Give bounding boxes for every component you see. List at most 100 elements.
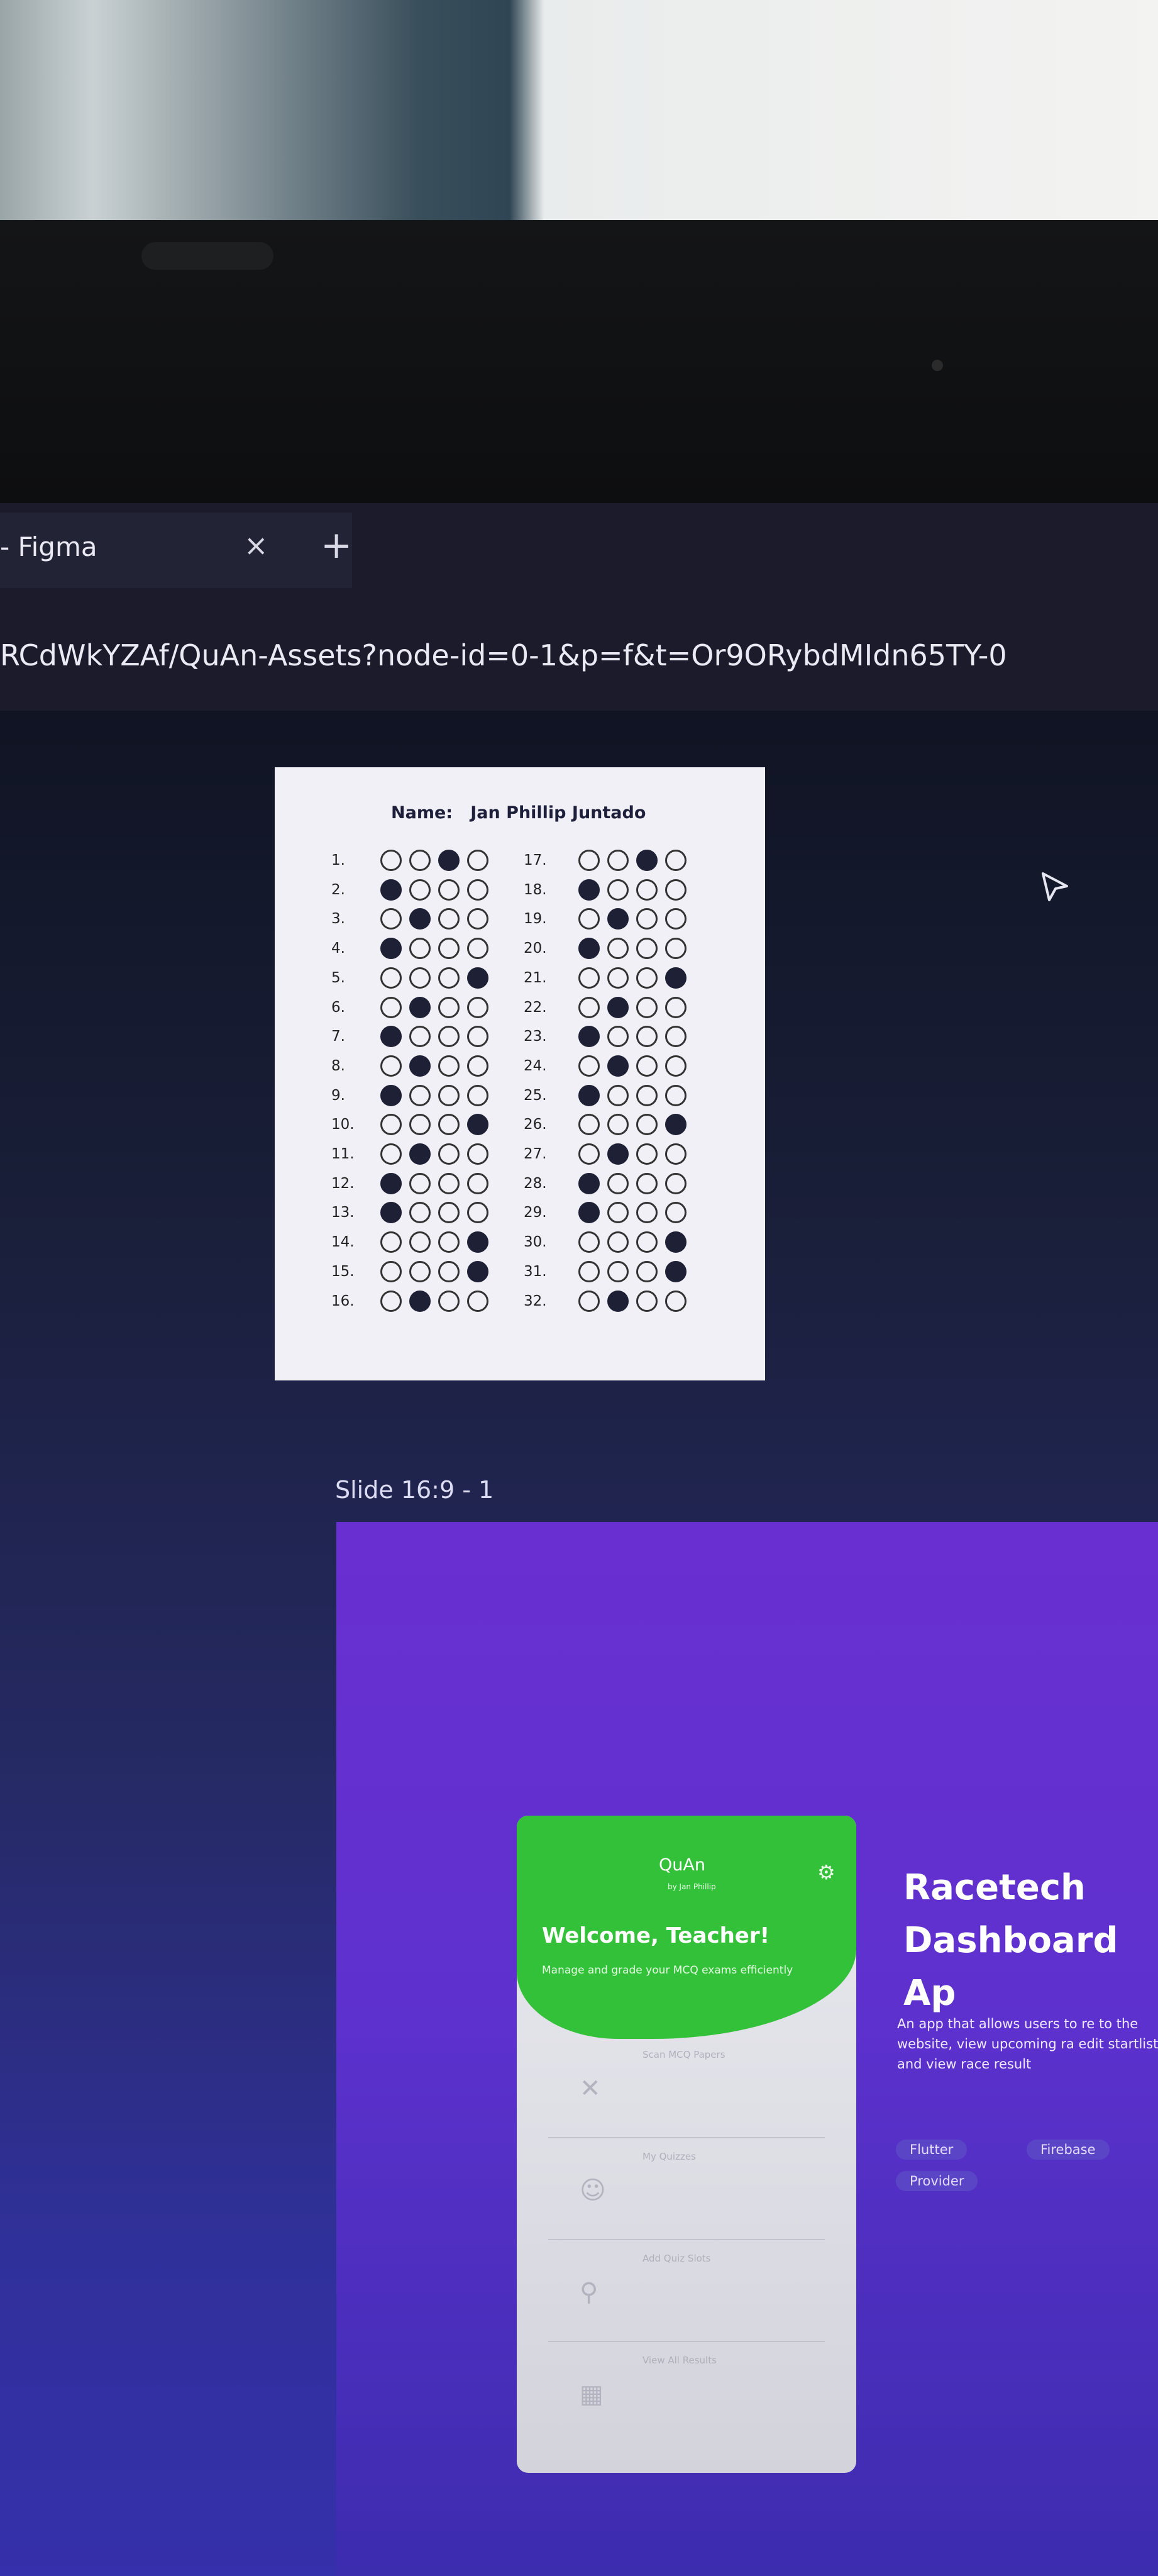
answer-bubble [409, 1084, 431, 1106]
answer-bubble-filled [467, 967, 488, 989]
question-number: 20. [524, 940, 547, 957]
menu-item-results: ▦ View All Results [548, 2355, 825, 2443]
question-number: 11. [331, 1146, 355, 1162]
answer-bubble [665, 879, 687, 901]
answer-bubble [467, 1290, 488, 1312]
answer-bubble [578, 1143, 600, 1165]
answer-bubble [438, 938, 460, 960]
answer-bubble [467, 850, 488, 871]
answer-bubble [665, 850, 687, 871]
answer-bubble [409, 1172, 431, 1194]
answer-bubble-filled [578, 938, 600, 960]
question-number: 3. [331, 911, 345, 928]
question-number: 22. [524, 999, 547, 1016]
answer-bubble [665, 1084, 687, 1106]
answer-bubble [438, 1026, 460, 1048]
question-number: 1. [331, 852, 345, 869]
project-description: An app that allows users to re to the we… [897, 2016, 1158, 2072]
answer-bubble [636, 879, 658, 901]
answer-bubble [438, 1260, 460, 1282]
answer-bubble-filled [578, 1026, 600, 1048]
answer-bubble [636, 1026, 658, 1048]
answer-bubble-filled [665, 1231, 687, 1253]
answer-bubble [607, 1172, 629, 1194]
question-number: 8. [331, 1057, 345, 1074]
answer-bubble [467, 1055, 488, 1077]
answer-bubble-filled [380, 1172, 402, 1194]
answer-bubble [578, 1231, 600, 1253]
question-number: 7. [331, 1028, 345, 1045]
answer-bubble [438, 1084, 460, 1106]
app-title: QuAn [659, 1855, 705, 1875]
name-value: Jan Phillip Juntado [470, 803, 646, 823]
answer-bubble-filled [665, 967, 687, 989]
mouse-pointer-icon [1042, 872, 1068, 901]
address-bar-url[interactable]: RCdWkYZAf/QuAn-Assets?node-id=0-1&p=f&t=… [0, 638, 1007, 672]
answer-bubble [636, 1290, 658, 1312]
question-number: 5. [331, 969, 345, 986]
question-number: 9. [331, 1087, 345, 1104]
answer-bubble [467, 1084, 488, 1106]
scan-icon: ✕ [580, 2074, 601, 2103]
question-number: 29. [524, 1204, 547, 1221]
answer-bubble [665, 938, 687, 960]
answer-bubble [438, 879, 460, 901]
answer-bubble [467, 1143, 488, 1165]
menu-item-scan: ✕ Scan MCQ Papers [548, 2049, 825, 2138]
answer-bubble [665, 1143, 687, 1165]
question-number: 28. [524, 1175, 547, 1192]
answer-bubble [438, 1055, 460, 1077]
app-subtitle: by Jan Phillip [668, 1882, 716, 1891]
answer-bubble [438, 1231, 460, 1253]
welcome-heading: Welcome, Teacher! [542, 1923, 770, 1948]
answer-bubble [380, 850, 402, 871]
menu-label: My Quizzes [642, 2151, 696, 2162]
answer-bubble-filled [607, 1290, 629, 1312]
answer-bubble [438, 1172, 460, 1194]
welcome-tagline: Manage and grade your MCQ exams efficien… [542, 1964, 793, 1977]
tab-title[interactable]: - Figma [0, 531, 97, 562]
menu-label: View All Results [642, 2355, 717, 2366]
answer-bubble [438, 1290, 460, 1312]
answer-bubble [665, 1055, 687, 1077]
slide-frame-label[interactable]: Slide 16:9 - 1 [335, 1476, 494, 1504]
answer-bubble [467, 996, 488, 1018]
answer-bubble [409, 850, 431, 871]
question-number: 6. [331, 999, 345, 1016]
question-number: 15. [331, 1263, 355, 1280]
answer-bubble [438, 967, 460, 989]
answer-bubble [607, 938, 629, 960]
answer-bubble [578, 1055, 600, 1077]
answer-bubble-filled [409, 1290, 431, 1312]
answer-bubble [438, 1143, 460, 1165]
tag-pill: Provider [896, 2171, 978, 2191]
answer-sheet-frame[interactable] [275, 767, 765, 1380]
question-number: 21. [524, 969, 547, 986]
answer-bubble-filled [607, 996, 629, 1018]
answer-bubble [409, 1231, 431, 1253]
question-number: 23. [524, 1028, 547, 1045]
answer-bubble [409, 879, 431, 901]
answer-bubble [380, 1055, 402, 1077]
answer-bubble [636, 1260, 658, 1282]
answer-bubble [607, 879, 629, 901]
answer-bubble [380, 1260, 402, 1282]
question-number: 12. [331, 1175, 355, 1192]
answer-bubble [578, 967, 600, 989]
answer-bubble [438, 996, 460, 1018]
add-user-icon: ⚲ [580, 2278, 598, 2307]
question-number: 10. [331, 1116, 355, 1133]
answer-bubble-filled [380, 879, 402, 901]
answer-bubble [467, 1026, 488, 1048]
sheet-name-line: Name: Jan Phillip Juntado [391, 803, 646, 823]
new-tab-icon[interactable]: + [321, 523, 352, 567]
answer-bubble [636, 1172, 658, 1194]
tab-close-icon[interactable]: × [244, 528, 268, 562]
answer-bubble [607, 850, 629, 871]
answer-bubble [409, 967, 431, 989]
menu-label: Scan MCQ Papers [642, 2049, 725, 2060]
question-number: 19. [524, 911, 547, 928]
answer-bubble [665, 996, 687, 1018]
answer-bubble [578, 850, 600, 871]
answer-bubble [665, 1172, 687, 1194]
